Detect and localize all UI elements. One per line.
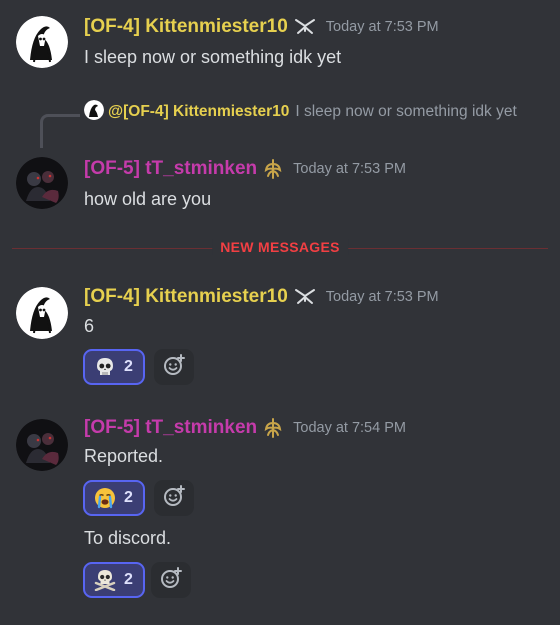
timestamp: Today at 7:54 PM <box>293 420 406 436</box>
message-text: how old are you <box>84 189 212 209</box>
add-reaction-icon <box>160 566 182 594</box>
plane-badge-icon <box>294 17 316 37</box>
avatar-kittenmiester[interactable] <box>16 16 68 68</box>
message-text: 6 <box>84 316 95 336</box>
reaction-skull[interactable]: 2 <box>83 349 145 385</box>
skull-icon <box>94 356 116 378</box>
reply-connector <box>40 114 80 148</box>
wings-badge-icon <box>263 417 283 439</box>
username[interactable]: [OF-5] tT_stminken <box>84 158 257 180</box>
timestamp: Today at 7:53 PM <box>325 19 439 35</box>
reaction-skull-crossbones[interactable]: 2 <box>83 562 145 598</box>
plane-badge-icon <box>294 287 316 307</box>
username[interactable]: [OF-5] tT_stminken <box>84 417 257 439</box>
message-header: [OF-5] tT_stminken Today at 7:53 PM <box>84 158 406 180</box>
message-text: I sleep now or something idk yet <box>84 47 342 67</box>
message-text: To discord. <box>84 528 172 548</box>
reaction-count: 2 <box>124 489 133 506</box>
username[interactable]: [OF-4] Kittenmiester10 <box>84 286 288 308</box>
reaction-crying[interactable]: 2 <box>83 480 145 516</box>
message-header: [OF-4] Kittenmiester10 Today at 7:53 PM <box>84 16 439 38</box>
add-reaction-button[interactable] <box>154 480 194 516</box>
loudly-crying-face-icon <box>94 487 116 509</box>
avatar-stminken[interactable] <box>16 157 68 209</box>
reaction-count: 2 <box>124 571 133 588</box>
reply-avatar <box>84 100 104 120</box>
add-reaction-icon <box>163 353 185 381</box>
timestamp: Today at 7:53 PM <box>325 289 439 305</box>
timestamp: Today at 7:53 PM <box>293 161 406 177</box>
add-reaction-button[interactable] <box>151 562 191 598</box>
username[interactable]: [OF-4] Kittenmiester10 <box>84 16 288 38</box>
reply-author[interactable]: @[OF-4] Kittenmiester10 <box>108 103 289 120</box>
add-reaction-button[interactable] <box>154 349 194 385</box>
message-header: [OF-5] tT_stminken Today at 7:54 PM <box>84 417 406 439</box>
reaction-count: 2 <box>124 358 133 375</box>
reply-preview[interactable]: @[OF-4] Kittenmiester10 I sleep now or so… <box>84 100 546 123</box>
message-header: [OF-4] Kittenmiester10 Today at 7:53 PM <box>84 286 439 308</box>
add-reaction-icon <box>163 484 185 512</box>
wings-badge-icon <box>263 158 283 180</box>
avatar-stminken[interactable] <box>16 419 68 471</box>
message-text: Reported. <box>84 446 164 466</box>
skull-and-crossbones-icon <box>94 569 116 591</box>
avatar-kittenmiester[interactable] <box>16 287 68 339</box>
new-messages-label: NEW MESSAGES <box>212 239 348 255</box>
reply-text: I sleep now or something idk yet <box>295 103 517 120</box>
